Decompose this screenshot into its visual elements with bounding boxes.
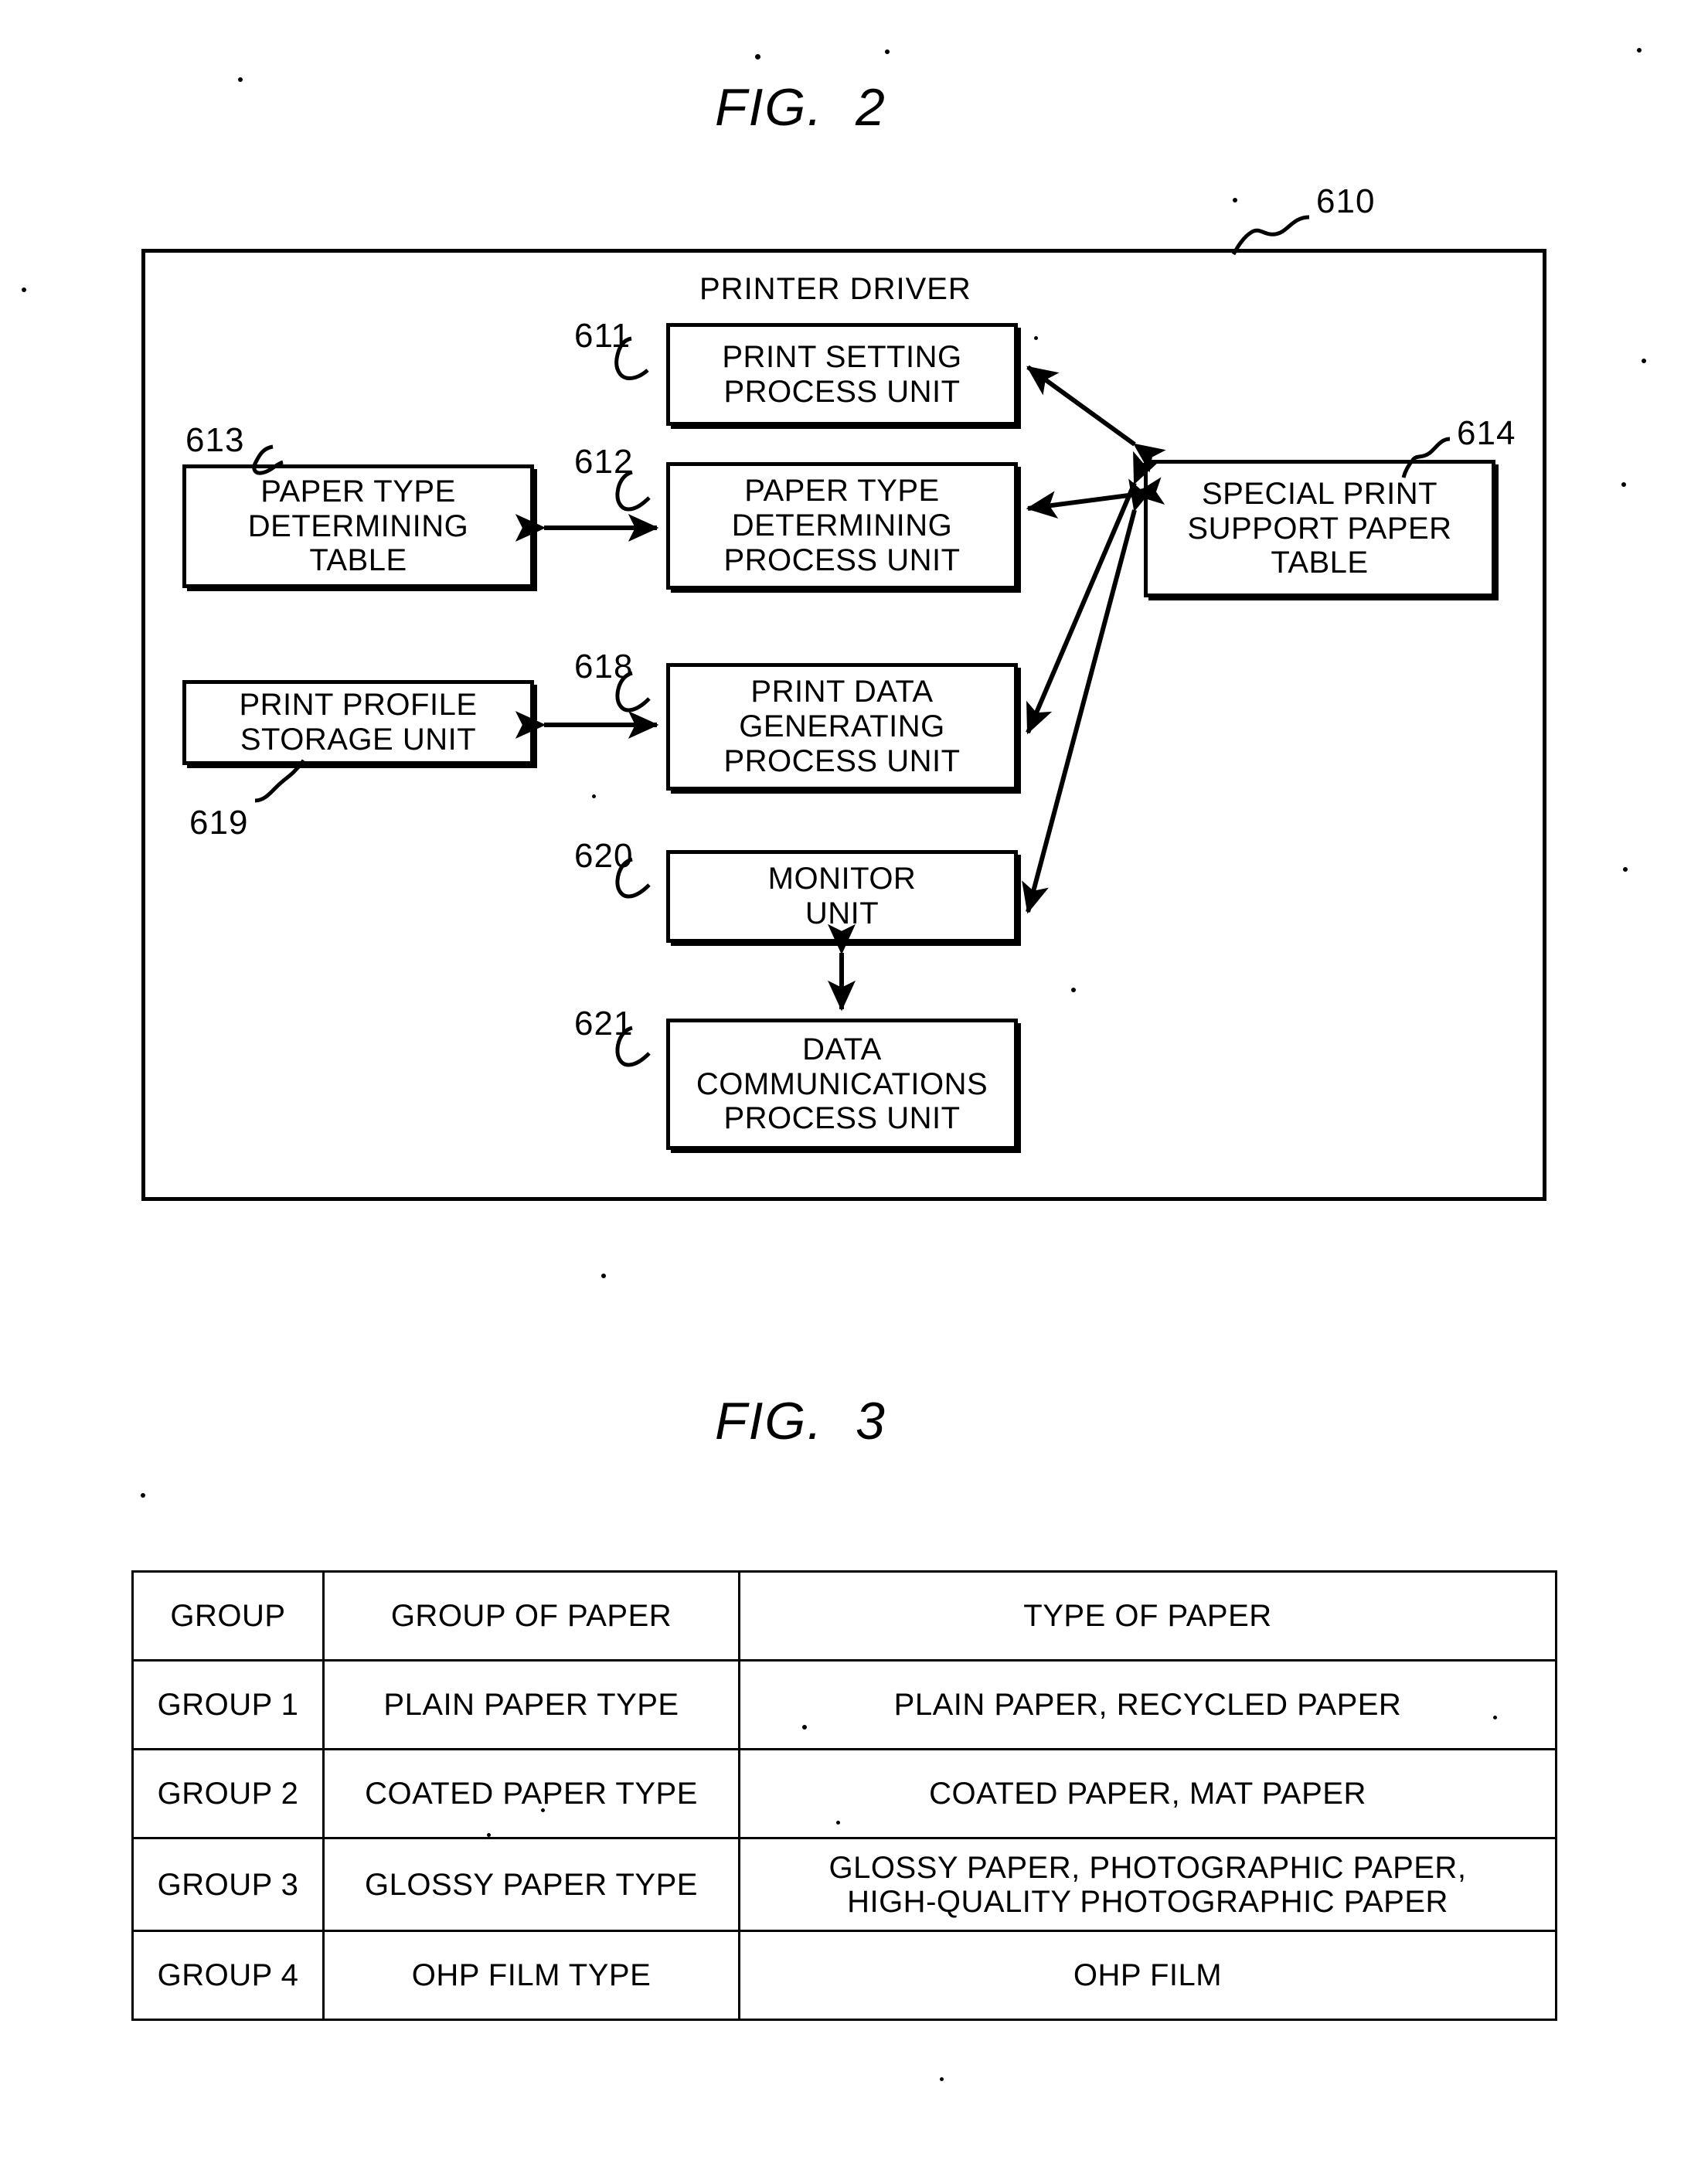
cell-type-of-paper: PLAIN PAPER, RECYCLED PAPER (738, 1659, 1557, 1750)
column-header-group-of-paper: GROUP OF PAPER (322, 1570, 740, 1662)
scan-speck (22, 287, 26, 292)
cell-group: GROUP 1 (131, 1659, 325, 1750)
printer-driver-label: PRINTER DRIVER (699, 272, 971, 306)
scan-speck (141, 1493, 145, 1498)
reference-numeral-619: 619 (189, 804, 249, 842)
scan-speck (1621, 482, 1626, 487)
scan-speck (1034, 336, 1038, 340)
scan-speck (1637, 48, 1642, 53)
scan-speck (1071, 988, 1076, 992)
cell-group-of-paper: COATED PAPER TYPE (322, 1748, 740, 1839)
scan-speck (1493, 1716, 1497, 1719)
table-header-row: GROUP GROUP OF PAPER TYPE OF PAPER (131, 1570, 1557, 1662)
block-label-611: PRINT SETTING PROCESS UNIT (722, 339, 962, 409)
reference-numeral-614: 614 (1457, 414, 1516, 452)
column-header-group: GROUP (131, 1570, 325, 1662)
scan-speck (487, 1833, 491, 1837)
table-row: GROUP 1 PLAIN PAPER TYPE PLAIN PAPER, RE… (131, 1659, 1557, 1750)
scan-speck (940, 2077, 944, 2081)
scan-speck (1233, 198, 1237, 202)
scan-speck (541, 1808, 545, 1812)
table-row: GROUP 4 OHP FILM TYPE OHP FILM (131, 1930, 1557, 2021)
reference-numeral-613: 613 (185, 421, 245, 459)
block-label-613: PAPER TYPE DETERMINING TABLE (247, 474, 469, 578)
cell-type-of-paper: OHP FILM (738, 1930, 1557, 2021)
scan-speck (1642, 359, 1646, 363)
block-print-setting-process-unit: PRINT SETTING PROCESS UNIT (666, 323, 1018, 426)
figure-2-title: FIG. 2 (715, 78, 886, 137)
cell-group-of-paper: GLOSSY PAPER TYPE (322, 1837, 740, 1932)
scan-speck (592, 794, 596, 798)
scan-speck (1623, 867, 1628, 872)
table-row: GROUP 2 COATED PAPER TYPE COATED PAPER, … (131, 1748, 1557, 1839)
scan-speck (601, 1274, 606, 1278)
block-monitor-unit: MONITOR UNIT (666, 850, 1018, 943)
block-label-621: DATA COMMUNICATIONS PROCESS UNIT (696, 1032, 988, 1136)
cell-group-of-paper: PLAIN PAPER TYPE (322, 1659, 740, 1750)
reference-numeral-610: 610 (1316, 182, 1376, 220)
reference-numeral-612: 612 (574, 443, 634, 481)
block-special-print-support-paper-table: SPECIAL PRINT SUPPORT PAPER TABLE (1144, 460, 1495, 597)
block-label-614: SPECIAL PRINT SUPPORT PAPER TABLE (1187, 476, 1452, 580)
scan-speck (802, 1725, 807, 1730)
cell-group-of-paper: OHP FILM TYPE (322, 1930, 740, 2021)
patent-drawing-page: FIG. 2 610 PRINTER DRIVER PRINT SETTING … (0, 0, 1708, 2170)
reference-numeral-620: 620 (574, 837, 634, 875)
block-print-data-generating-process-unit: PRINT DATA GENERATING PROCESS UNIT (666, 663, 1018, 791)
reference-numeral-621: 621 (574, 1005, 634, 1042)
scan-speck (238, 77, 243, 82)
cell-group: GROUP 2 (131, 1748, 325, 1839)
column-header-type-of-paper: TYPE OF PAPER (738, 1570, 1557, 1662)
reference-numeral-618: 618 (574, 648, 634, 685)
cell-type-of-paper: COATED PAPER, MAT PAPER (738, 1748, 1557, 1839)
block-label-620: MONITOR UNIT (767, 862, 917, 930)
cell-group: GROUP 3 (131, 1837, 325, 1932)
block-label-618: PRINT DATA GENERATING PROCESS UNIT (723, 675, 961, 778)
figure-3-title: FIG. 3 (715, 1392, 886, 1451)
block-data-communications-process-unit: DATA COMMUNICATIONS PROCESS UNIT (666, 1019, 1018, 1150)
reference-numeral-611: 611 (574, 317, 631, 355)
scan-speck (836, 1821, 840, 1825)
block-print-profile-storage-unit: PRINT PROFILE STORAGE UNIT (182, 680, 534, 765)
scan-speck (755, 54, 760, 60)
block-paper-type-determining-table: PAPER TYPE DETERMINING TABLE (182, 464, 534, 588)
block-label-612: PAPER TYPE DETERMINING PROCESS UNIT (723, 474, 961, 577)
paper-group-table: GROUP GROUP OF PAPER TYPE OF PAPER GROUP… (131, 1570, 1557, 2021)
cell-group: GROUP 4 (131, 1930, 325, 2021)
cell-type-of-paper: GLOSSY PAPER, PHOTOGRAPHIC PAPER, HIGH-Q… (738, 1837, 1557, 1932)
table-row: GROUP 3 GLOSSY PAPER TYPE GLOSSY PAPER, … (131, 1837, 1557, 1932)
block-label-619: PRINT PROFILE STORAGE UNIT (239, 688, 478, 757)
block-paper-type-determining-process-unit: PAPER TYPE DETERMINING PROCESS UNIT (666, 462, 1018, 590)
scan-speck (885, 49, 890, 54)
